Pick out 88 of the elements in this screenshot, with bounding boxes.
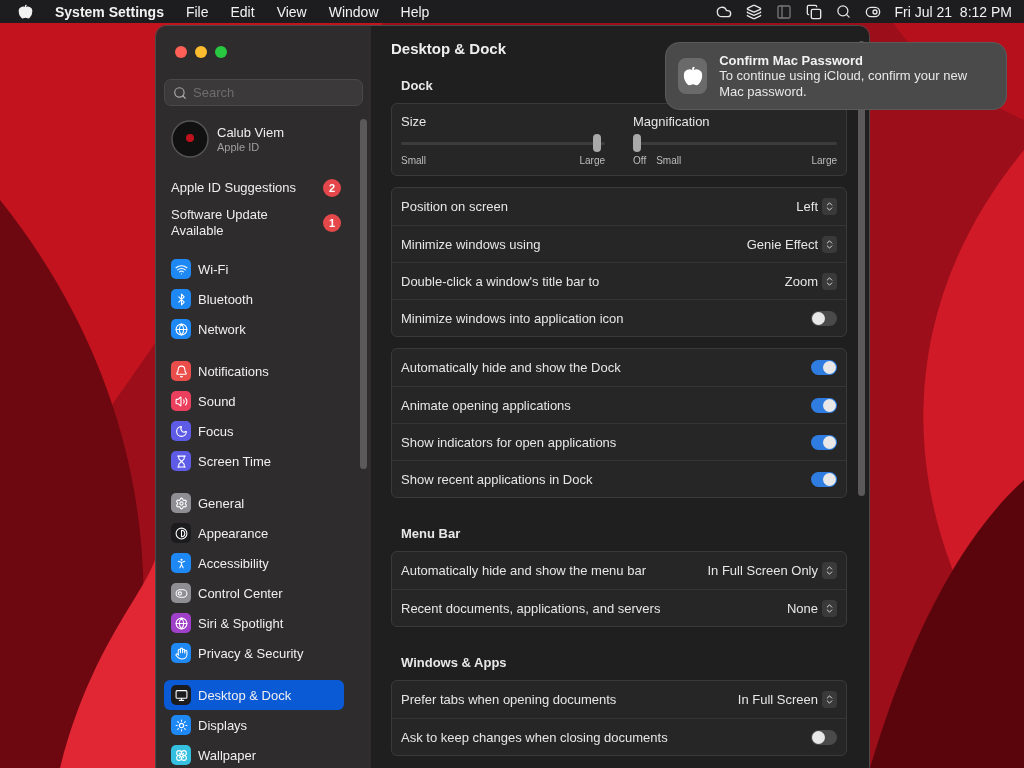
popup-menu[interactable]: Left [796,198,837,215]
setting-label: Animate opening applications [401,397,571,413]
apple-logo-icon [678,58,708,94]
tick-label: Off [633,155,647,166]
count-badge: 2 [323,179,341,197]
sidebar-item[interactable]: Control Center [164,578,344,608]
notification-body: To continue using iCloud, confirm your new Mac password. [719,67,969,100]
avatar[interactable] [171,120,209,158]
apple-logo-icon[interactable] [18,4,33,19]
tick-label: Large [811,155,837,166]
alert-item[interactable]: Apple ID Suggestions [171,180,311,196]
notification-banner[interactable]: Confirm Mac Password To continue using iCloud, confirm your new Mac password. [665,42,1007,110]
setting-label: Recent documents, applications, and servers [401,600,661,616]
menu-item[interactable]: File [185,3,209,20]
layers-icon[interactable] [745,3,762,20]
clock[interactable]: Fri Jul 21 8:12 PM [894,3,1012,20]
sidebar-item[interactable]: Siri & Spotlight [164,608,344,638]
setting-label: Prefer tabs when opening documents [401,692,617,707]
setting-label: Show recent applications in Dock [401,471,593,487]
sidebar-item[interactable]: Displays [164,710,344,740]
popup-menu[interactable]: Zoom [784,272,837,290]
toggle-switch[interactable] [811,310,837,326]
sidebar-item[interactable]: Wallpaper [164,740,344,768]
sidebar-item[interactable]: Appearance [164,518,344,548]
slider-label: Size [401,114,428,129]
slider-track[interactable] [633,133,837,153]
sidebar-item[interactable]: Accessibility [164,548,344,578]
sidebar-item[interactable]: Desktop & Dock [164,680,344,710]
chevron-icon [824,602,835,614]
sidebar-item[interactable]: Wi-Fi [164,254,344,284]
page-title: Desktop & Dock [391,40,507,59]
panel-icon[interactable] [775,3,792,20]
sidebar-item[interactable]: Bluetooth [164,284,344,314]
zoom-button[interactable] [215,46,227,58]
toggle-switch[interactable] [811,729,837,745]
sidebar-item[interactable]: Privacy & Security [164,638,344,668]
slider-track[interactable] [401,133,605,153]
chevron-icon [824,201,835,212]
menu-item[interactable]: Window [328,3,379,20]
minimize-button[interactable] [195,46,207,58]
menu-item[interactable]: Edit [230,3,255,20]
windows-icon[interactable] [805,3,822,20]
search-icon [173,85,187,100]
tick-label: Large [579,155,605,166]
sidebar-item[interactable]: Sound [164,386,344,416]
setting-label: Automatically hide and show the Dock [401,360,621,375]
setting-label: Double-click a window's title bar to [401,273,600,289]
count-badge: 1 [323,214,341,232]
sidebar-item[interactable]: Network [164,314,344,344]
chevron-icon [824,694,835,705]
search-icon[interactable] [835,4,851,19]
notification-title: Confirm Mac Password [719,52,864,68]
setting-label: Minimize windows using [401,236,541,252]
slider-thumb[interactable] [633,134,641,152]
popup-menu[interactable]: Genie Effect [746,235,837,253]
account-name: Calub Viem [217,125,284,140]
setting-label: Show indicators for open applications [401,434,617,450]
setting-label: Position on screen [401,199,508,214]
chevron-icon [824,275,835,287]
tick-label: Small [401,155,426,166]
close-button[interactable] [175,46,187,58]
setting-label: Automatically hide and show the menu bar [401,563,646,578]
toggle-switch[interactable] [811,397,837,413]
popup-menu[interactable]: In Full Screen Only [707,562,837,579]
sidebar-item[interactable]: Focus [164,416,344,446]
section-heading: Dock [401,78,433,93]
chevron-icon [824,565,835,576]
setting-label: Ask to keep changes when closing documents [401,729,668,745]
toggle-switch[interactable] [811,471,837,487]
menu-item[interactable]: Help [400,3,430,20]
account-subtitle: Apple ID [217,141,261,153]
setting-label: Minimize windows into application icon [401,310,624,326]
menu-item[interactable]: View [276,3,307,20]
toggle-switch[interactable] [811,360,837,375]
tick-label: Small [656,155,682,166]
sidebar-item[interactable]: Notifications [164,356,344,386]
sidebar-item[interactable]: Screen Time [164,446,344,476]
slider-thumb[interactable] [593,134,602,152]
section-heading: Menu Bar [401,526,461,541]
sidebar-item[interactable]: General [164,488,344,518]
slider-label: Magnification [633,114,711,129]
popup-menu[interactable]: In Full Screen [737,691,837,708]
alert-item[interactable]: Software Update Available [171,207,311,239]
section-heading: Windows & Apps [401,655,507,670]
app-menu[interactable]: System Settings [55,3,164,20]
popup-menu[interactable]: None [786,599,837,617]
toggle-switch[interactable] [811,434,837,450]
chevron-icon [824,238,835,250]
